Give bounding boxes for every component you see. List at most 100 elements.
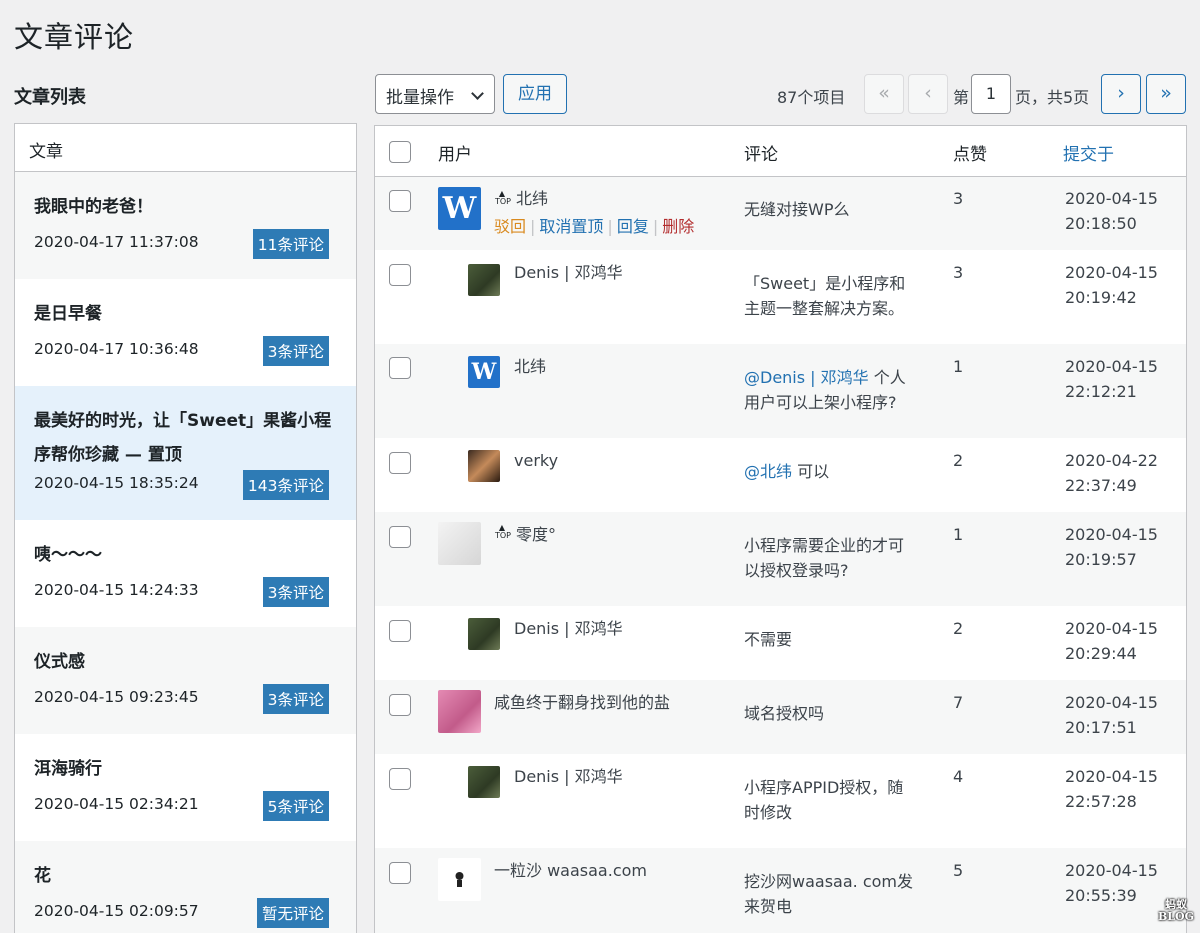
table-row: verky @北纬 可以 2 2020-04-22 22:37:49 xyxy=(375,438,1186,512)
like-count: 3 xyxy=(953,189,964,208)
like-count: 1 xyxy=(953,525,964,544)
comment-text: 域名授权吗 xyxy=(744,704,825,723)
post-item[interactable]: 花 2020-04-15 02:09:57 暂无评论 xyxy=(15,841,356,933)
page-prefix: 第 xyxy=(953,88,970,107)
column-submitted-sort[interactable]: 提交于 xyxy=(1063,140,1114,165)
post-item[interactable]: 是日早餐 2020-04-17 10:36:48 3条评论 xyxy=(15,279,356,386)
post-item-active[interactable]: 最美好的时光，让「Sweet」果酱小程序帮你珍藏 — 置顶 2020-04-15… xyxy=(15,386,356,520)
comment-count-badge: 3条评论 xyxy=(262,684,329,714)
comment-text-line2: 主题一整套解决方案。 xyxy=(744,299,905,318)
comments-table: 用户 评论 点赞 提交于 W ▲ TOP 北纬 驳回 | 取消置顶 | 回复 | 删除 无缝对… xyxy=(374,125,1187,933)
comment-count-badge: 143条评论 xyxy=(242,470,329,500)
comment-author[interactable]: 咸鱼终于翻身找到他的盐 xyxy=(494,690,670,715)
reply-link[interactable]: 回复 xyxy=(617,217,649,236)
submitted-date: 2020-04-15 xyxy=(1065,861,1158,880)
comment-author[interactable]: 北纬 xyxy=(514,354,546,379)
prev-page-button[interactable]: ‹ xyxy=(908,74,948,114)
post-title: 花 xyxy=(34,866,51,886)
row-checkbox[interactable] xyxy=(389,452,411,474)
comment-text: 小程序需要企业的才可 xyxy=(744,536,905,555)
last-page-button[interactable]: » xyxy=(1146,74,1186,114)
post-list-header: 文章 xyxy=(15,124,356,172)
row-checkbox[interactable] xyxy=(389,526,411,548)
table-header: 用户 评论 点赞 提交于 xyxy=(375,126,1186,177)
comment-author[interactable]: Denis | 邓鸿华 xyxy=(514,616,623,641)
post-date: 2020-04-15 02:34:21 xyxy=(34,795,199,813)
avatar-w-logo: W xyxy=(438,187,481,230)
submitted-time: 20:55:39 xyxy=(1065,886,1137,905)
watermark-logo: 蚂蚁 BLOG xyxy=(1157,898,1194,923)
avatar-w-logo: W xyxy=(468,356,500,388)
table-row: Denis | 邓鸿华 「Sweet」是小程序和 主题一整套解决方案。 3 20… xyxy=(375,250,1186,344)
submitted-time: 20:29:44 xyxy=(1065,644,1137,663)
untop-link[interactable]: 取消置顶 xyxy=(539,217,603,236)
top-pin-icon: ▲ TOP xyxy=(495,523,512,540)
post-title: 咦～～～ xyxy=(34,545,102,565)
post-date: 2020-04-17 10:36:48 xyxy=(34,340,199,358)
post-item[interactable]: 仪式感 2020-04-15 09:23:45 3条评论 xyxy=(15,627,356,734)
comment-author[interactable]: 零度° xyxy=(516,522,556,547)
comment-text-line2: 来贺电 xyxy=(744,897,793,916)
comment-text-line2: 用户可以上架小程序? xyxy=(744,393,897,412)
first-page-button[interactable]: « xyxy=(864,74,904,114)
page-total: 页，共5页 xyxy=(1015,88,1090,107)
row-checkbox[interactable] xyxy=(389,862,411,884)
row-checkbox[interactable] xyxy=(389,694,411,716)
submitted-date: 2020-04-22 xyxy=(1065,451,1158,470)
row-checkbox[interactable] xyxy=(389,620,411,642)
submitted-time: 22:12:21 xyxy=(1065,382,1137,401)
submitted-time: 20:19:57 xyxy=(1065,550,1137,569)
select-all-checkbox[interactable] xyxy=(389,141,411,163)
avatar xyxy=(468,264,500,296)
post-item[interactable]: 咦～～～ 2020-04-15 14:24:33 3条评论 xyxy=(15,520,356,627)
next-page-button[interactable]: › xyxy=(1101,74,1141,114)
mention-link[interactable]: @Denis | 邓鸿华 xyxy=(744,368,869,387)
post-item[interactable]: 洱海骑行 2020-04-15 02:34:21 5条评论 xyxy=(15,734,356,841)
submitted-time: 22:57:28 xyxy=(1065,792,1137,811)
post-list-title: 文章列表 xyxy=(14,87,86,108)
comment-text: 「Sweet」是小程序和 xyxy=(744,274,906,293)
submitted-date: 2020-04-15 xyxy=(1065,693,1158,712)
delete-link[interactable]: 删除 xyxy=(662,217,694,236)
row-checkbox[interactable] xyxy=(389,264,411,286)
comment-count-badge: 3条评论 xyxy=(262,336,329,366)
like-count: 4 xyxy=(953,767,964,786)
row-checkbox[interactable] xyxy=(389,768,411,790)
apply-button[interactable]: 应用 xyxy=(503,74,567,114)
post-title: 是日早餐 xyxy=(34,304,102,324)
comment-author[interactable]: Denis | 邓鸿华 xyxy=(514,260,623,285)
post-date: 2020-04-15 02:09:57 xyxy=(34,902,199,920)
mention-link[interactable]: @北纬 xyxy=(744,462,792,481)
row-checkbox[interactable] xyxy=(389,357,411,379)
submitted-time: 20:19:42 xyxy=(1065,288,1137,307)
submitted-time: 22:37:49 xyxy=(1065,476,1137,495)
submitted-time: 20:18:50 xyxy=(1065,214,1137,233)
like-count: 2 xyxy=(953,451,964,470)
post-title: 仪式感 xyxy=(34,652,85,672)
comment-author[interactable]: 一粒沙 waasaa.com xyxy=(494,858,647,883)
like-count: 3 xyxy=(953,263,964,282)
comment-author[interactable]: Denis | 邓鸿华 xyxy=(514,764,623,789)
current-page-input[interactable]: 1 xyxy=(971,74,1011,114)
post-date: 2020-04-17 11:37:08 xyxy=(34,233,199,251)
comment-author[interactable]: verky xyxy=(514,448,558,473)
comment-text: @北纬 可以 xyxy=(744,462,830,481)
post-list: 文章 我眼中的老爸！ 2020-04-17 11:37:08 11条评论 是日早… xyxy=(14,123,357,933)
submitted-date: 2020-04-15 xyxy=(1065,189,1158,208)
post-item[interactable]: 我眼中的老爸！ 2020-04-17 11:37:08 11条评论 xyxy=(15,172,356,279)
row-checkbox[interactable] xyxy=(389,190,411,212)
comment-author[interactable]: 北纬 xyxy=(516,186,548,211)
table-row: W ▲ TOP 北纬 驳回 | 取消置顶 | 回复 | 删除 无缝对接WP么 3 2020-0… xyxy=(375,177,1186,250)
submitted-date: 2020-04-15 xyxy=(1065,263,1158,282)
submitted-date: 2020-04-15 xyxy=(1065,357,1158,376)
bulk-actions-select[interactable]: 批量操作 xyxy=(375,74,495,114)
top-pin-icon: ▲ TOP xyxy=(495,189,512,206)
like-count: 1 xyxy=(953,357,964,376)
table-row: 咸鱼终于翻身找到他的盐 域名授权吗 7 2020-04-15 20:17:51 xyxy=(375,680,1186,754)
unapprove-link[interactable]: 驳回 xyxy=(494,217,526,236)
submitted-time: 20:17:51 xyxy=(1065,718,1137,737)
page-title: 文章评论 xyxy=(14,20,135,54)
comment-text: 挖沙网waasaa. com发 xyxy=(744,872,913,891)
table-row: ▲ TOP 零度° 小程序需要企业的才可 以授权登录吗? 1 2020-04-15… xyxy=(375,512,1186,606)
comment-text: 不需要 xyxy=(744,630,793,649)
